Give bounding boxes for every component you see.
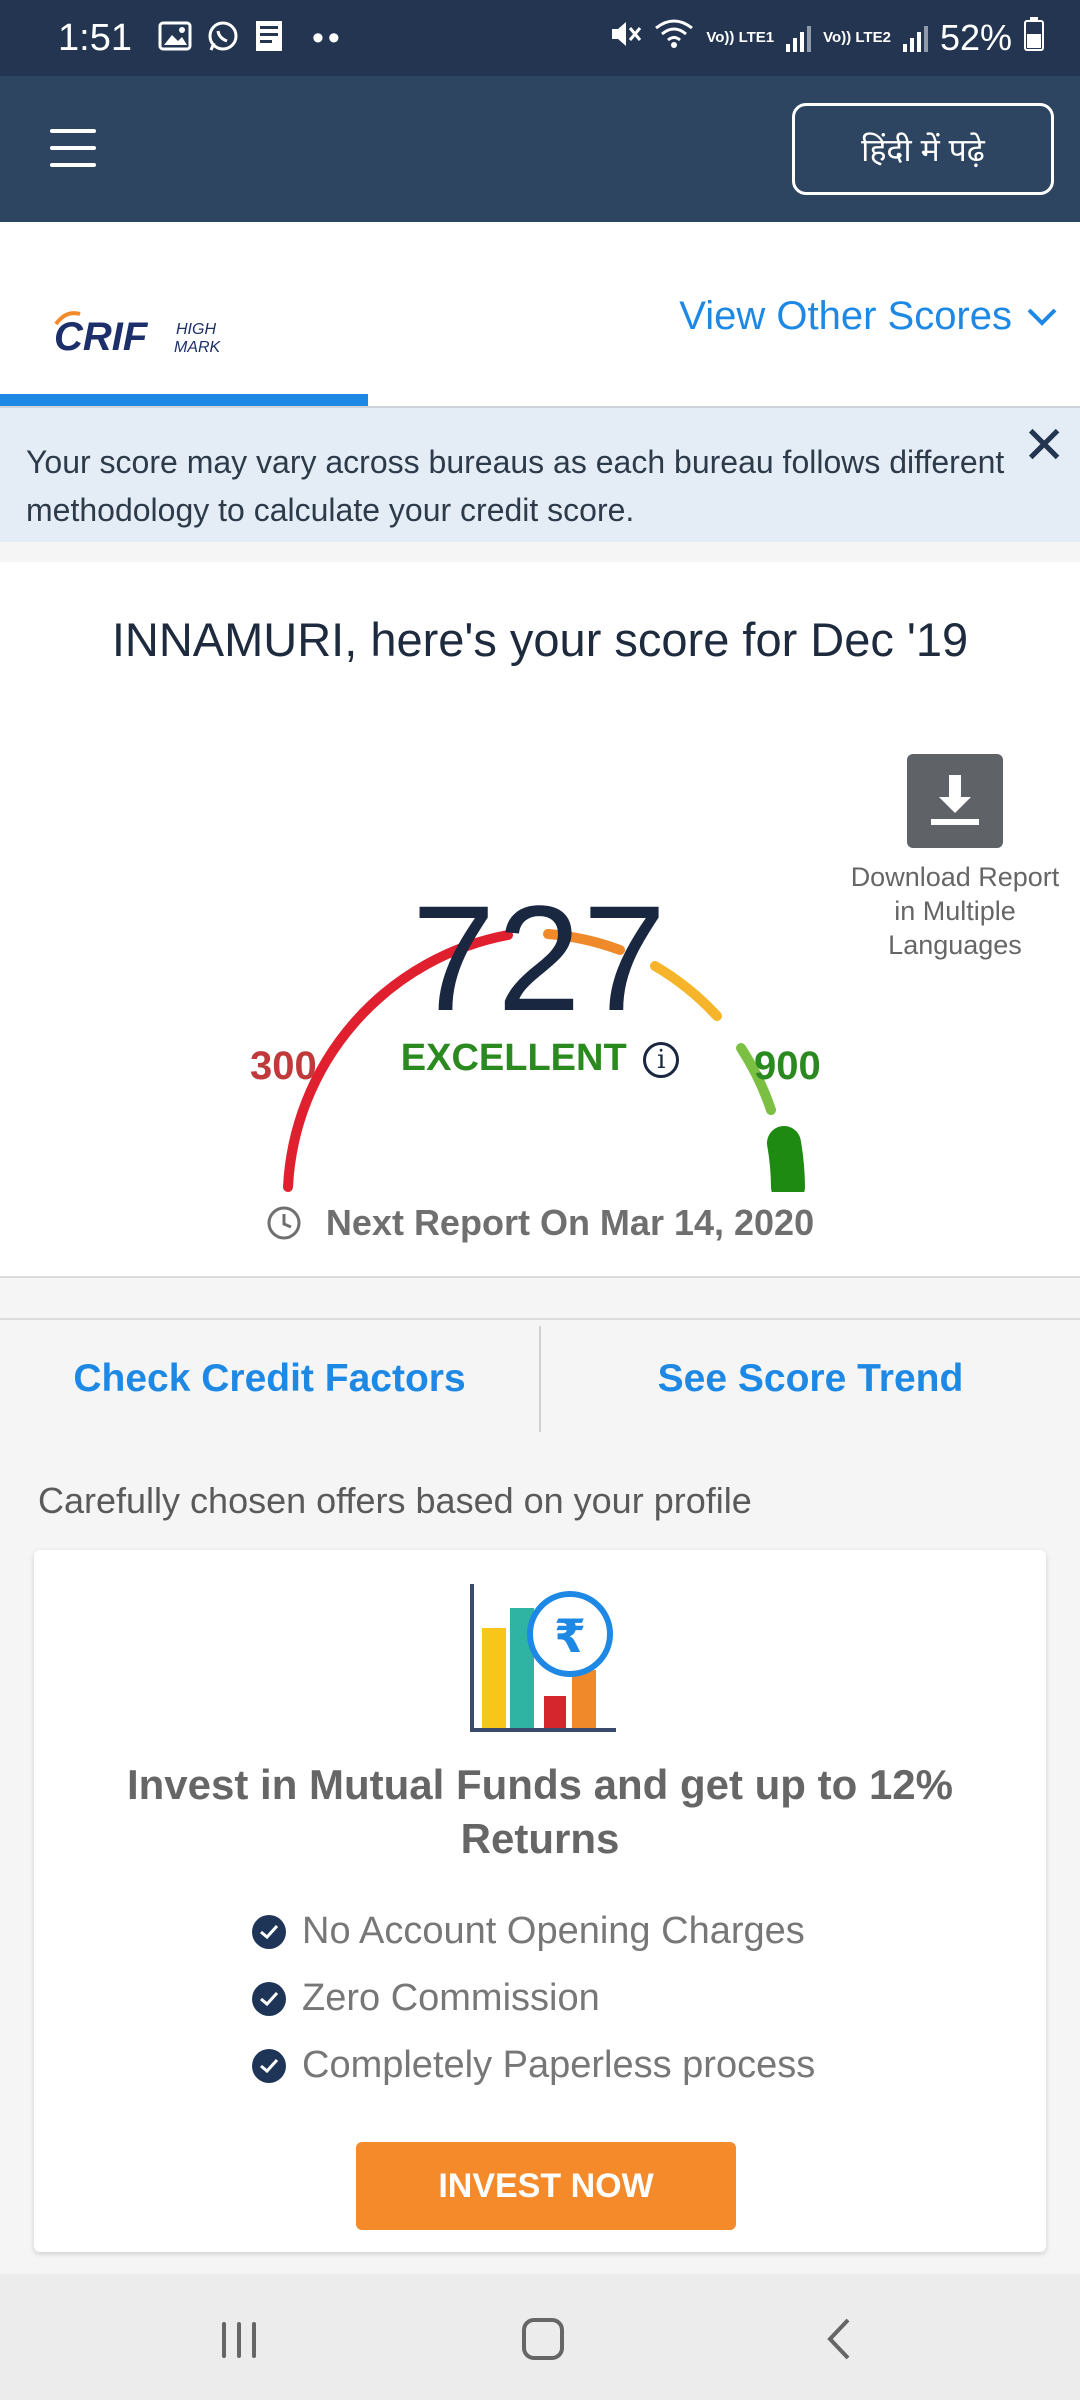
signal-icon xyxy=(902,24,928,52)
next-report: Next Report On Mar 14, 2020 xyxy=(0,1202,1080,1250)
svg-text:CRIF: CRIF xyxy=(54,315,149,359)
mutual-fund-chart-icon: ₹ xyxy=(470,1584,616,1732)
chevron-down-icon xyxy=(1027,308,1057,326)
check-credit-factors-button[interactable]: Check Credit Factors xyxy=(0,1320,539,1438)
feature-label: Completely Paperless process xyxy=(302,2044,816,2086)
whatsapp-icon xyxy=(206,19,240,58)
offer-feature: Zero Commission xyxy=(252,1965,815,2032)
crif-highmark-tab[interactable]: CRIF HIGH MARK xyxy=(48,302,238,362)
app-bar: हिंदी में पढ़े xyxy=(0,76,1080,222)
notice-text: Your score may vary across bureaus as ea… xyxy=(26,444,1005,528)
crif-logo-icon: CRIF HIGH MARK xyxy=(54,311,222,359)
status-bar: 1:51 •• Vo)) LTE1 Vo)) LTE2 52% xyxy=(0,0,1080,76)
offer-feature: Completely Paperless process xyxy=(252,2032,815,2099)
wifi-icon xyxy=(654,17,694,59)
svg-text:MARK: MARK xyxy=(174,339,222,356)
gauge-max-label: 900 xyxy=(754,1044,821,1088)
network-lte2: Vo)) LTE2 xyxy=(823,29,891,46)
back-icon[interactable] xyxy=(824,2316,854,2362)
gauge-min-label: 300 xyxy=(250,1044,317,1088)
score-card: INNAMURI, here's your score for Dec '19 … xyxy=(0,562,1080,1278)
menu-icon[interactable] xyxy=(50,129,96,169)
feature-label: Zero Commission xyxy=(302,1977,600,2019)
signal-icon xyxy=(786,24,812,52)
feature-label: No Account Opening Charges xyxy=(302,1910,805,1952)
network-lte1: Vo)) LTE1 xyxy=(706,29,775,46)
see-score-trend-button[interactable]: See Score Trend xyxy=(541,1320,1080,1438)
offer-feature: No Account Opening Charges xyxy=(252,1898,815,1965)
invest-now-button[interactable]: INVEST NOW xyxy=(356,2142,736,2230)
mute-icon xyxy=(608,17,642,60)
clock-icon xyxy=(266,1205,302,1250)
language-button[interactable]: हिंदी में पढ़े xyxy=(792,103,1054,195)
offers-section-title: Carefully chosen offers based on your pr… xyxy=(38,1480,752,1521)
score-greeting: INNAMURI, here's your score for Dec '19 xyxy=(111,613,969,666)
bureau-notice: Your score may vary across bureaus as ea… xyxy=(0,408,1080,542)
system-nav-bar xyxy=(0,2274,1080,2400)
other-scores-label: View Other Scores xyxy=(679,294,1012,338)
check-icon xyxy=(252,1981,286,2016)
info-icon[interactable]: i xyxy=(643,1042,680,1078)
gallery-icon xyxy=(158,21,192,56)
offer-features: No Account Opening Charges Zero Commissi… xyxy=(252,1898,815,2099)
more-notifications-icon: •• xyxy=(311,18,344,57)
svg-text:₹: ₹ xyxy=(554,1609,586,1663)
recents-icon[interactable] xyxy=(222,2322,256,2358)
score-actions: Check Credit Factors See Score Trend xyxy=(0,1318,1080,1438)
news-icon xyxy=(254,19,284,58)
check-icon xyxy=(252,1914,286,1949)
view-other-scores-dropdown[interactable]: View Other Scores xyxy=(679,294,1058,339)
score-rating: EXCELLENT i xyxy=(0,1037,1080,1080)
status-time: 1:51 xyxy=(58,16,132,59)
offer-card[interactable]: ₹ Invest in Mutual Funds and get up to 1… xyxy=(34,1550,1046,2252)
next-report-date: Next Report On Mar 14, 2020 xyxy=(325,1202,815,1243)
battery-percent: 52% xyxy=(939,17,1012,58)
active-tab-indicator xyxy=(0,394,368,406)
download-icon[interactable] xyxy=(907,754,1003,848)
home-icon[interactable] xyxy=(522,2318,564,2360)
battery-icon xyxy=(1024,16,1044,60)
download-report-label: Download Report in Multiple Languages xyxy=(850,862,1060,960)
bureau-tabs: CRIF HIGH MARK View Other Scores xyxy=(0,222,1080,408)
check-icon xyxy=(252,2048,286,2083)
offer-title: Invest in Mutual Funds and get up to 12%… xyxy=(126,1761,954,1862)
close-icon[interactable]: ✕ xyxy=(1022,416,1066,476)
rating-label: EXCELLENT xyxy=(400,1037,627,1079)
download-report[interactable]: Download Report in Multiple Languages xyxy=(838,754,1072,962)
svg-text:HIGH: HIGH xyxy=(176,321,216,338)
gauge-segment-excellent xyxy=(767,1126,805,1192)
